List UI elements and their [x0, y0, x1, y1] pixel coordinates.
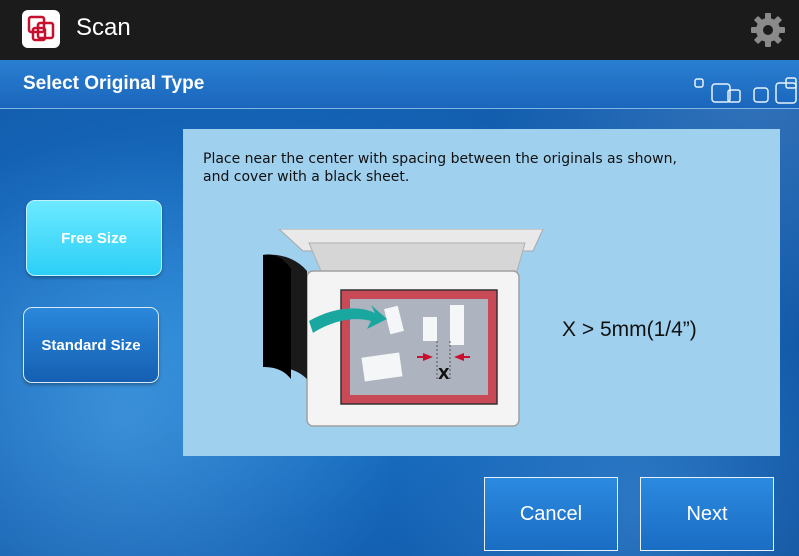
cancel-button[interactable]: Cancel — [484, 477, 618, 551]
page-title: Select Original Type — [23, 73, 205, 94]
standard-size-label: Standard Size — [41, 336, 141, 354]
instruction-line-2: and cover with a black sheet. — [203, 169, 410, 185]
free-size-button[interactable]: Free Size — [26, 200, 162, 276]
next-button[interactable]: Next — [640, 477, 774, 551]
app-title: Scan — [76, 14, 131, 41]
instruction-line-1: Place near the center with spacing betwe… — [203, 151, 677, 167]
gear-icon[interactable] — [748, 10, 788, 50]
spacing-x-label: X — [438, 365, 450, 383]
sub-header: Select Original Type — [0, 60, 799, 109]
title-bar: Scan — [0, 0, 799, 60]
standard-size-button[interactable]: Standard Size — [23, 307, 159, 383]
cancel-label: Cancel — [519, 502, 583, 525]
spacing-formula: X > 5mm(1/4”) — [562, 318, 697, 341]
decorative-squares-icon — [690, 74, 799, 108]
instruction-panel: Place near the center with spacing betwe… — [183, 129, 780, 456]
scanner-diagram — [263, 229, 544, 427]
next-label: Next — [686, 502, 728, 525]
scan-icon — [22, 10, 60, 48]
free-size-label: Free Size — [61, 229, 127, 247]
instruction-text: Place near the center with spacing betwe… — [203, 150, 763, 186]
